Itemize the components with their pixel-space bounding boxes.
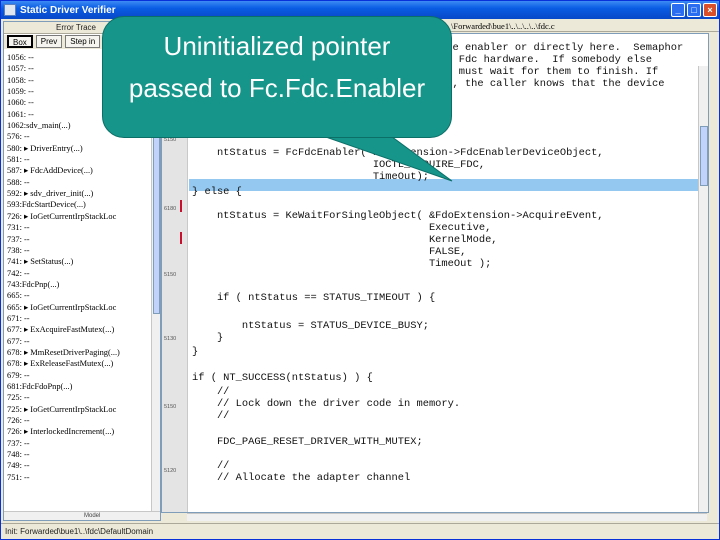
- code-line: //: [192, 460, 230, 472]
- window-title: Static Driver Verifier: [20, 4, 116, 16]
- gutter-line-number: 5150: [164, 404, 177, 410]
- trace-item[interactable]: 743:FdcPnp(...): [7, 279, 153, 290]
- trace-item[interactable]: 678: ▸ MmResetDriverPaging(...): [7, 347, 153, 358]
- trace-item[interactable]: 726: ▸ IoGetCurrentIrpStackLoc: [7, 211, 153, 222]
- code-vscrollbar[interactable]: [698, 66, 708, 512]
- code-line: }: [192, 346, 199, 358]
- trace-item[interactable]: 725: ▸ IoGetCurrentIrpStackLoc: [7, 404, 153, 415]
- trace-item[interactable]: 681:FdcFdoPnp(...): [7, 381, 153, 392]
- code-line: ntStatus = STATUS_DEVICE_BUSY;: [192, 320, 429, 332]
- trace-item[interactable]: 749: --: [7, 460, 153, 471]
- trace-item[interactable]: 678: ▸ ExReleaseFastMutex(...): [7, 358, 153, 369]
- app-icon: [4, 4, 16, 16]
- code-line: FDC_PAGE_RESET_DRIVER_WITH_MUTEX;: [192, 436, 423, 448]
- trace-item[interactable]: 741: ▸ SetStatus(...): [7, 256, 153, 267]
- trace-item[interactable]: 738: --: [7, 245, 153, 256]
- code-line: the enabler or directly here. Semaphor: [440, 42, 684, 54]
- trace-item[interactable]: 725: --: [7, 392, 153, 403]
- trace-item[interactable]: 580: ▸ DriverEntry(...): [7, 143, 153, 154]
- box-button[interactable]: Box: [7, 35, 33, 48]
- trace-item[interactable]: 677: ▸ ExAcquireFastMutex(...): [7, 324, 153, 335]
- trace-item[interactable]: 726: ▸ InterlockedIncrement(...): [7, 426, 153, 437]
- gutter-line-number: 5150: [164, 272, 177, 278]
- trace-item[interactable]: 737: --: [7, 234, 153, 245]
- trace-item[interactable]: 748: --: [7, 449, 153, 460]
- gutter-line-number: 5120: [164, 468, 177, 474]
- annotation-callout: Uninitialized pointer passed to Fc.Fdc.E…: [102, 16, 452, 138]
- code-line: //: [192, 386, 230, 398]
- code-line: ntStatus = FcFdcEnabler( FdoExtension->F…: [192, 147, 604, 159]
- code-line: Executive,: [192, 222, 492, 234]
- trace-item[interactable]: 671: --: [7, 313, 153, 324]
- callout-line-1: Uninitialized pointer: [163, 31, 391, 61]
- minimize-button[interactable]: _: [671, 3, 685, 17]
- code-line: // Lock down the driver code in memory.: [192, 398, 461, 410]
- code-line: IOCTL_ACQUIRE_FDC,: [192, 159, 486, 171]
- gutter-line-number: 6180: [164, 206, 177, 212]
- trace-item[interactable]: 593:FdcStartDevice(...): [7, 199, 153, 210]
- trace-item[interactable]: 726: --: [7, 415, 153, 426]
- code-line: he Fdc hardware. If somebody else: [440, 54, 653, 66]
- code-line: if ( NT_SUCCESS(ntStatus) ) {: [192, 372, 373, 384]
- code-line: //: [192, 410, 230, 422]
- trace-item[interactable]: 592: ▸ sdv_driver_init(...): [7, 188, 153, 199]
- trace-item[interactable]: 737: --: [7, 438, 153, 449]
- trace-hscrollbar[interactable]: Model: [4, 511, 160, 520]
- trace-marker[interactable]: [180, 200, 182, 212]
- code-line: FALSE,: [192, 246, 467, 258]
- trace-item[interactable]: 731: --: [7, 222, 153, 233]
- trace-item[interactable]: 665: --: [7, 290, 153, 301]
- code-line: if ( ntStatus == STATUS_TIMEOUT ) {: [192, 292, 436, 304]
- code-line: we must wait for them to finish. If: [440, 66, 659, 78]
- code-hscrollbar[interactable]: [187, 513, 707, 521]
- trace-item[interactable]: 587: ▸ FdcAddDevice(...): [7, 165, 153, 176]
- trace-item[interactable]: 677: --: [7, 336, 153, 347]
- code-line: le, the caller knows that the device: [440, 78, 665, 90]
- close-button[interactable]: ×: [703, 3, 717, 17]
- step-in-button[interactable]: Step in: [65, 35, 101, 48]
- code-scroll-thumb[interactable]: [700, 126, 708, 186]
- trace-item[interactable]: 679: --: [7, 370, 153, 381]
- status-bar: Init: Forwarded\bue1\..\fdc\DefaultDomai…: [1, 523, 719, 539]
- trace-marker[interactable]: [180, 232, 182, 244]
- window-controls: _ □ ×: [671, 3, 717, 17]
- trace-item[interactable]: 751: --: [7, 472, 153, 483]
- code-line: TimeOut );: [192, 258, 492, 270]
- code-line: } else {: [192, 186, 242, 198]
- trace-item[interactable]: 742: --: [7, 268, 153, 279]
- trace-item[interactable]: 581: --: [7, 154, 153, 165]
- code-line: ntStatus = KeWaitForSingleObject( &FdoEx…: [192, 210, 604, 222]
- code-line: KernelMode,: [192, 234, 498, 246]
- trace-item[interactable]: 588: --: [7, 177, 153, 188]
- code-line: TimeOut);: [192, 171, 429, 183]
- trace-item[interactable]: 665: ▸ IoGetCurrentIrpStackLoc: [7, 302, 153, 313]
- callout-line-2: passed to Fc.Fdc.Enabler: [128, 73, 426, 103]
- code-line: }: [192, 332, 224, 344]
- prev-button[interactable]: Prev: [35, 35, 63, 48]
- maximize-button[interactable]: □: [687, 3, 701, 17]
- code-line: // Allocate the adapter channel: [192, 472, 411, 484]
- gutter-line-number: 5130: [164, 336, 177, 342]
